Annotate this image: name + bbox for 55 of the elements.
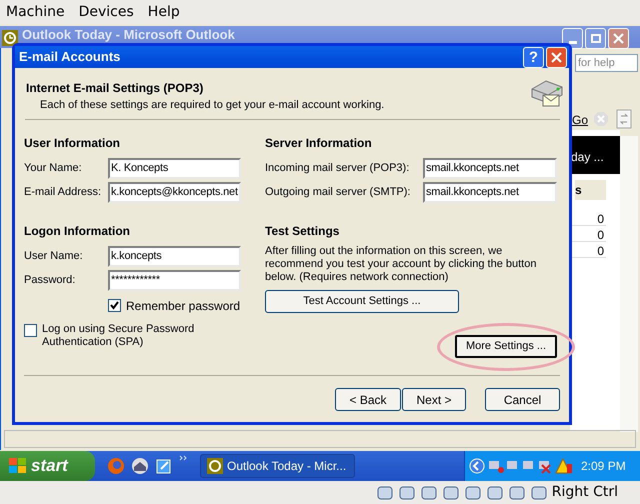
pencil-page-icon[interactable] — [155, 457, 173, 475]
host-key-label: Right Ctrl — [552, 483, 618, 502]
menu-item[interactable]: Devices — [78, 2, 134, 22]
text-field[interactable]: smail.kkoncepts.net — [423, 158, 557, 179]
group-title: Server Information — [265, 134, 373, 152]
field-label: Your Name: — [24, 161, 83, 176]
window-title: Outlook Today - Microsoft Outlook — [22, 27, 235, 42]
dialog-button[interactable]: Next > — [402, 388, 466, 411]
test-description: After filling out the information on this screen, we recommend you test your account by clicking the button below. (Requires network connection) — [265, 244, 538, 284]
clock-icon — [207, 458, 223, 474]
checkbox-label: Log on using Secure Password Authentication (SPA) — [42, 322, 196, 348]
network-computers-icon[interactable] — [487, 458, 553, 474]
help-search-field[interactable]: for help — [575, 54, 638, 72]
start-button[interactable]: start — [0, 451, 95, 481]
group-title: Logon Information — [24, 222, 131, 240]
checkbox-label: Remember password — [126, 298, 240, 314]
field-label: Outgoing mail server (SMTP): — [265, 185, 412, 200]
warning-icon[interactable] — [555, 458, 573, 474]
text-field[interactable]: K. Koncepts — [108, 158, 241, 179]
overflow-chevron-icon[interactable] — [179, 455, 188, 461]
section-heading: Internet E-mail Settings (POP3) — [26, 80, 204, 97]
text-field[interactable]: ************ — [108, 270, 241, 291]
refresh-icon[interactable] — [616, 109, 632, 129]
test-account-settings-button[interactable]: Test Account Settings ... — [265, 290, 459, 312]
dialog-button[interactable]: < Back — [335, 388, 401, 411]
dialog-button[interactable]: Cancel — [485, 388, 560, 411]
mail-server-icon — [530, 79, 564, 107]
menu-item[interactable]: Machine — [6, 2, 65, 22]
group-title: User Information — [24, 134, 122, 152]
section-description: Each of these settings are required to get your e-mail account working. — [39, 98, 384, 113]
checkbox[interactable] — [24, 324, 37, 336]
text-field[interactable]: k.koncepts — [108, 246, 241, 267]
taskbar-task-button[interactable]: Outlook Today - Micr... — [200, 454, 355, 478]
column-header: s — [575, 180, 606, 200]
more-settings-button[interactable]: More Settings ... — [455, 334, 557, 358]
help-button[interactable]: ? — [523, 46, 544, 68]
clock: 2:09 PM — [581, 458, 626, 475]
field-label: User Name: — [24, 249, 84, 264]
checkbox[interactable] — [108, 299, 121, 312]
panel-heading: day ... — [570, 136, 620, 174]
field-label: Password: — [24, 273, 76, 288]
text-field[interactable]: k.koncepts@kkoncepts.net — [108, 182, 241, 203]
dialog-title: E-mail Accounts — [19, 48, 120, 66]
close-icon — [551, 52, 562, 62]
clock-icon — [2, 30, 18, 46]
close-button[interactable] — [608, 28, 629, 49]
windows-logo-icon — [8, 457, 28, 475]
close-icon — [613, 33, 624, 44]
field-label: E-mail Address: — [24, 185, 102, 200]
text-field[interactable]: smail.kkoncepts.net — [423, 182, 557, 203]
menu-item[interactable]: Help — [148, 2, 180, 22]
group-title: Test Settings — [265, 222, 340, 240]
go-link[interactable]: Go — [572, 111, 588, 129]
field-label: Incoming mail server (POP3): — [265, 161, 410, 176]
close-button[interactable] — [546, 46, 567, 68]
